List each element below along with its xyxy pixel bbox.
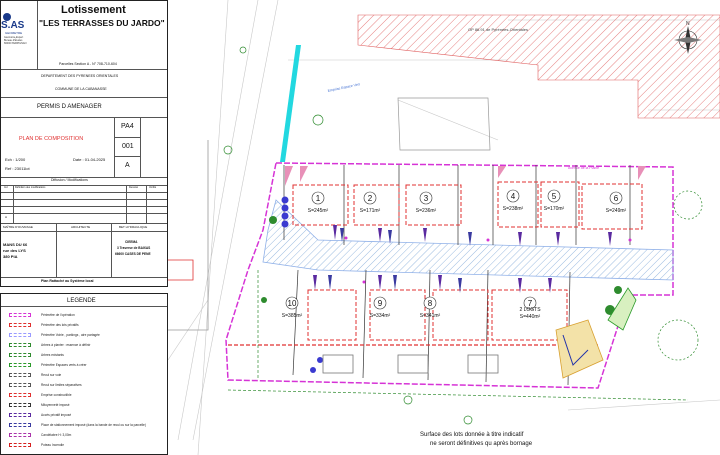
lot-surface: S=236m²: [416, 208, 437, 214]
cartouche-footer: Plan Rattaché au Système local: [41, 279, 94, 283]
legend-item: Mitoyenneté imposé: [41, 403, 70, 407]
legend-swatch: [9, 383, 31, 387]
lot-surface: S=170m²: [544, 206, 565, 212]
lot-surface: S=385m²: [282, 313, 303, 319]
legend-swatch: [9, 433, 31, 437]
legend-item: Arbres à planter : essence à définir: [41, 343, 91, 347]
plan-code-letter: A: [125, 162, 130, 169]
bet-line-3: 66600 CASES DE PENE: [115, 252, 151, 256]
legend: LEGENDE Périmètre de l'opération Périmètr…: [0, 293, 168, 455]
moa-line-3: 380 PIA: [3, 254, 18, 259]
lotissement-title: Lotissement: [61, 4, 126, 16]
lot-number: 1: [316, 194, 321, 203]
legend-swatch: [9, 373, 31, 377]
legend-swatch: [9, 323, 31, 327]
moa-line-2: rue des LYS: [3, 248, 26, 253]
moa-line-1: MANS DU 66: [3, 242, 28, 247]
legend-item: Périmètre de l'opération: [41, 313, 75, 317]
legend-swatch: [9, 353, 31, 357]
cyan-strip: [280, 45, 301, 162]
table-header-dessine: Dessiné: [129, 186, 139, 189]
plan-title: PLAN DE COMPOSITION: [19, 136, 84, 142]
legend-swatch: [9, 423, 31, 427]
lot-number: 4: [511, 192, 516, 201]
table-header-ind: Ind: [4, 186, 8, 189]
lot-surface: S=334m²: [370, 313, 391, 319]
lot-surface: S=238m²: [503, 206, 524, 212]
legend-swatch: [9, 343, 31, 347]
parcelles-info: Parcelles Section A - N° 708-710-604: [59, 62, 117, 66]
legend-swatch: [9, 393, 31, 397]
diffusion-header: Diffusion / Modifications: [51, 178, 88, 182]
legend-swatch: [9, 363, 31, 367]
lot-number: 2: [368, 194, 373, 203]
lot-number: 3: [424, 194, 429, 203]
site-plan: OP 86.91 de Pyrénées-Orientales N Empris…: [168, 0, 720, 455]
architecte-header: ARCHITECTE: [71, 225, 91, 229]
legend-swatch: [9, 403, 31, 407]
permis-amenager: PERMIS D AMENAGER: [37, 104, 102, 110]
neighbor-label: OP 86.91 de Pyrénées-Orientales: [468, 27, 528, 32]
lot-number: 9: [378, 299, 383, 308]
neighbor-parcel: [357, 14, 720, 119]
table-header-def: Définition des modifications: [15, 186, 46, 189]
commune: COMMUNE DE LA CABANASSE: [55, 87, 107, 91]
echelle: Ech : 1/200: [5, 157, 26, 162]
north-label: N: [686, 21, 690, 27]
legend-item: Place de stationnement imposé (dans la b…: [41, 423, 146, 427]
surface-note-1: Surface des lots donnée à titre indicati…: [420, 432, 524, 438]
bet-header: BET HYDRAULIQUE: [119, 225, 148, 229]
lot-surface: S=171m²: [360, 208, 381, 214]
lotissement-name: "LES TERRASSES DU JARDO": [39, 18, 165, 28]
plan-code-number: 001: [122, 143, 134, 150]
date: Date : 01-04-2025: [73, 157, 106, 162]
legend-swatch: [9, 333, 31, 337]
legend-item: Poteau Incendie: [41, 443, 65, 447]
bet-line-2: 3 Traverse de BAIXAS: [117, 246, 151, 250]
legend-item: Périmètre Voirie , parkings , aire parta…: [41, 333, 100, 337]
legend-item: Emprise constructible: [41, 393, 72, 397]
lot-number: 8: [428, 299, 433, 308]
bet-line-1: CIEEMA: [125, 240, 138, 244]
lot-number: 10: [288, 299, 297, 308]
road-label: Avenue de la Plaine: [568, 166, 599, 170]
lot-number: 6: [614, 194, 619, 203]
legend-item: Recul sur limites séparatives: [41, 383, 82, 387]
logo-small-3: 66000 PERPIGNAN: [4, 42, 27, 45]
legend-item: Arbres existants: [41, 353, 64, 357]
legend-title: LEGENDE: [67, 298, 96, 304]
lot-number: 5: [552, 192, 557, 201]
existing-area-label: Emprise Espace Vert: [327, 82, 360, 93]
tree-group: [281, 196, 323, 373]
legend-item: Recul sur voie: [41, 373, 62, 377]
legend-swatch: [9, 413, 31, 417]
lot-surface: S=440m²: [520, 314, 541, 320]
surface-note-2: ne seront définitives qu après bornage: [430, 441, 533, 447]
logo-text: S.AS: [1, 20, 25, 31]
reference: Ref : 23011lot: [5, 166, 30, 171]
plan-code: PA4: [121, 123, 134, 130]
lot-surface: S=245m²: [308, 208, 329, 214]
departement: DEPARTEMENT DES PYRENEES ORIENTALES: [41, 74, 119, 78]
legend-swatch: [9, 313, 31, 317]
legend-swatch: [9, 443, 31, 447]
title-block: S.AS GEOMETRE Géomètre-Expert Bureau d'É…: [0, 0, 168, 287]
legend-item: Périmètre des lots privatifs: [41, 323, 79, 327]
lot-surface: S=249m²: [606, 208, 627, 214]
company-logo: S.AS GEOMETRE Géomètre-Expert Bureau d'É…: [1, 13, 33, 61]
lot-surface: S=341m²: [420, 313, 441, 319]
table-header-verifie: Vérifié: [149, 186, 157, 189]
lot-extra: 2 LOGTS: [519, 307, 541, 313]
moa-header: MAÎTRE D'OUVRAGE: [3, 225, 33, 229]
table-row-a: A: [5, 215, 8, 219]
legend-item: Candélabre H: 3,00m: [41, 433, 72, 437]
legend-item: Périmètre Espaces verts à créer: [41, 363, 87, 367]
logo-sub: GEOMETRE: [5, 31, 23, 35]
legend-item: Accès privatif imposé: [41, 413, 72, 417]
